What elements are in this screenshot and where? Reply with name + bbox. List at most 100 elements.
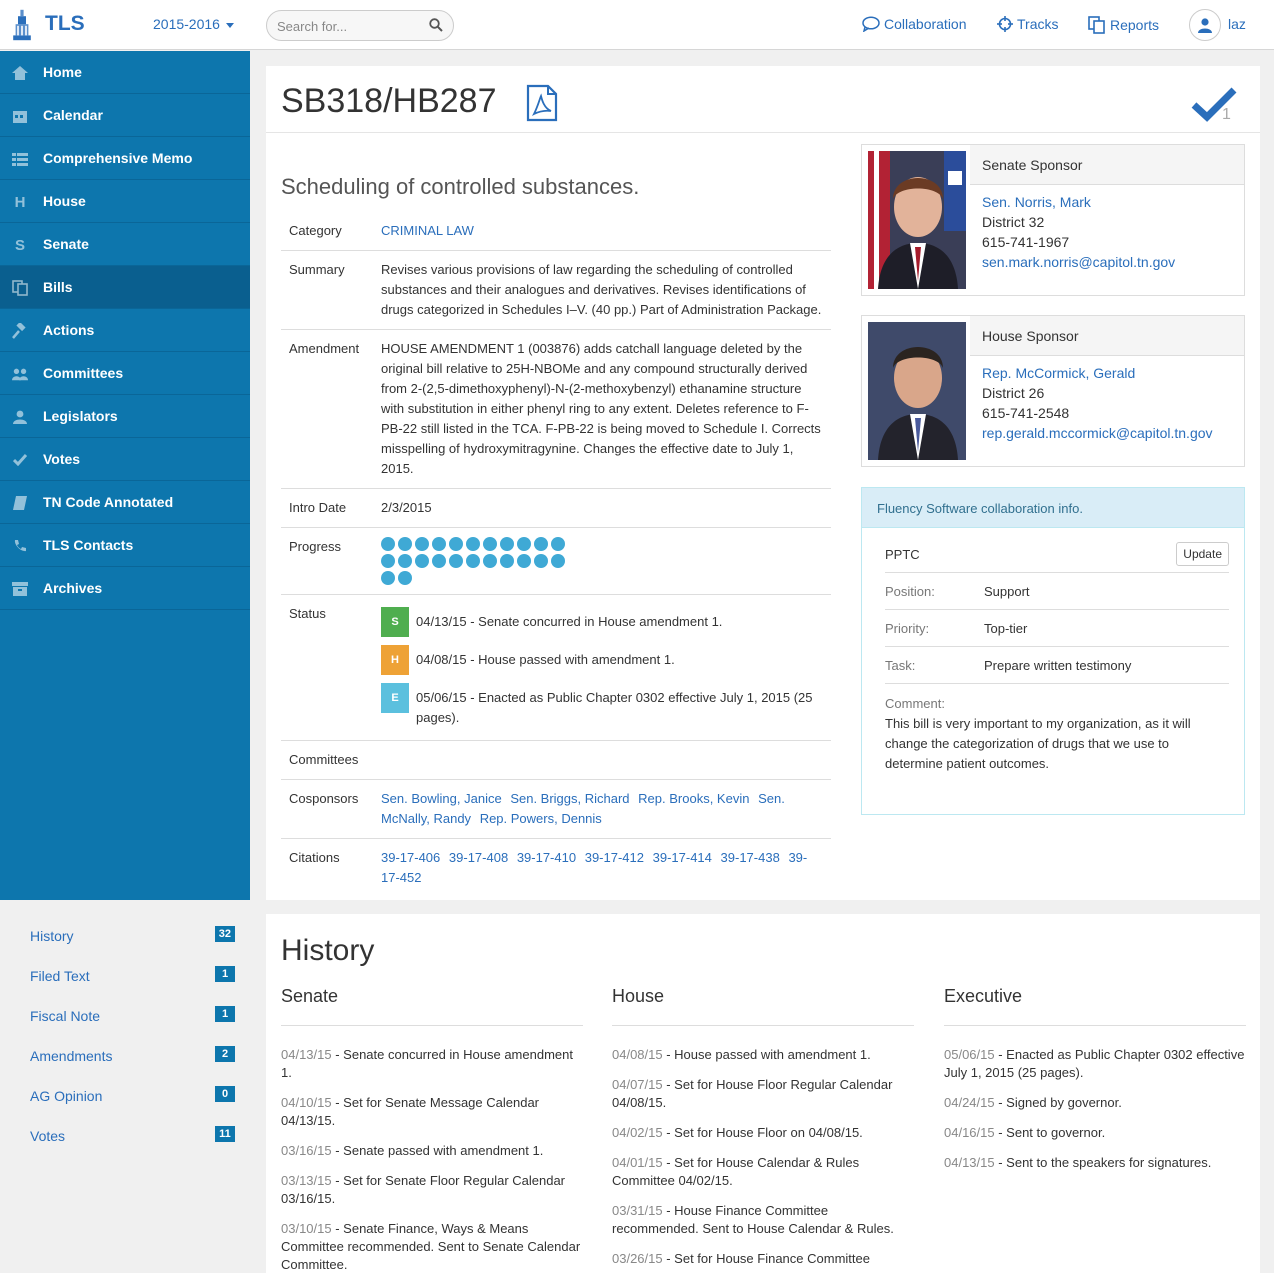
history-date: 04/02/15: [612, 1125, 663, 1140]
subnav-label: Filed Text: [30, 968, 90, 984]
sidebar-item-calendar[interactable]: Calendar: [0, 94, 250, 137]
progress-dot: [381, 554, 395, 568]
house-sponsor-name[interactable]: Rep. McCormick, Gerald: [982, 365, 1135, 381]
subnav-label: AG Opinion: [30, 1088, 103, 1104]
subnav-item-votes[interactable]: Votes 11: [0, 1114, 250, 1154]
house-sponsor-email[interactable]: rep.gerald.mccormick@capitol.tn.gov: [982, 425, 1213, 441]
category-label: Category: [281, 212, 373, 251]
table-row: Amendment HOUSE AMENDMENT 1 (003876) add…: [281, 329, 831, 489]
citation-link[interactable]: 39-17-438: [721, 850, 780, 865]
summary-label: Summary: [281, 250, 373, 330]
sidebar-item-legislators[interactable]: Legislators: [0, 395, 250, 438]
citation-link[interactable]: 39-17-414: [653, 850, 712, 865]
cosponsor-link[interactable]: Sen. Bowling, Janice: [381, 791, 502, 806]
cosponsor-link[interactable]: Rep. Brooks, Kevin: [638, 791, 749, 806]
subnav-item-amendments[interactable]: Amendments 2: [0, 1034, 250, 1074]
history-entry: 03/31/15 - House Finance Committee recom…: [612, 1203, 894, 1236]
history-date: 05/06/15: [944, 1047, 995, 1062]
history-column-house: House 04/08/15 - House passed with amendm…: [612, 986, 914, 1268]
collab-org-row: PPTC Update: [885, 536, 1229, 573]
status-text: 04/13/15 - Senate concurred in House ame…: [416, 614, 723, 629]
sidebar: Home Calendar Comprehensive Memo H House S Sen…: [0, 51, 250, 900]
tracks-label: Tracks: [1017, 16, 1059, 32]
citation-link[interactable]: 39-17-408: [449, 850, 508, 865]
sidebar-item-comprehensive-memo[interactable]: Comprehensive Memo: [0, 137, 250, 180]
subnav-item-ag-opinion[interactable]: AG Opinion 0: [0, 1074, 250, 1114]
sidebar-item-label: TN Code Annotated: [43, 494, 174, 510]
cosponsor-link[interactable]: Rep. Powers, Dennis: [480, 811, 602, 826]
progress-dot: [432, 537, 446, 551]
history-title: History: [281, 934, 375, 967]
sidebar-item-tn-code-annotated[interactable]: TN Code Annotated: [0, 481, 250, 524]
search-icon[interactable]: [429, 18, 443, 32]
citations-label: Citations: [289, 850, 340, 865]
progress-dot: [534, 537, 548, 551]
progress-dot: [534, 554, 548, 568]
tracks-link[interactable]: Tracks: [997, 16, 1058, 32]
sidebar-item-committees[interactable]: Committees: [0, 352, 250, 395]
history-entry: 03/26/15 - Set for House Finance Committ…: [612, 1251, 870, 1266]
table-row: Category CRIMINAL LAW: [281, 212, 831, 251]
users-icon: [12, 366, 28, 382]
progress-dot: [517, 554, 531, 568]
pdf-icon[interactable]: [526, 84, 558, 122]
history-panel: History Senate 04/13/15 - Senate concurre…: [266, 914, 1260, 1273]
history-date: 04/10/15: [281, 1095, 332, 1110]
history-entry: 04/16/15 - Sent to governor.: [944, 1125, 1106, 1140]
sidebar-item-label: Home: [43, 64, 82, 80]
history-column-heading: House: [612, 986, 914, 1026]
senate-sponsor-email[interactable]: sen.mark.norris@capitol.tn.gov: [982, 254, 1175, 270]
sidebar-item-home[interactable]: Home: [0, 51, 250, 94]
update-button[interactable]: Update: [1176, 542, 1229, 566]
sidebar-item-tls-contacts[interactable]: TLS Contacts: [0, 524, 250, 567]
sidebar-item-archives[interactable]: Archives: [0, 567, 250, 610]
history-column-executive: Executive 05/06/15 - Enacted as Public Ch…: [944, 986, 1246, 1172]
category-link[interactable]: CRIMINAL LAW: [381, 223, 474, 238]
citation-link[interactable]: 39-17-406: [381, 850, 440, 865]
history-date: 03/26/15: [612, 1251, 663, 1266]
subnav-item-fiscal-note[interactable]: Fiscal Note 1: [0, 994, 250, 1034]
archive-icon: [12, 581, 28, 597]
progress-dot: [483, 554, 497, 568]
session-dropdown[interactable]: 2015-2016: [153, 16, 234, 32]
senate-sponsor-photo[interactable]: [868, 151, 966, 289]
subnav-label: Fiscal Note: [30, 1008, 101, 1024]
progress-dot: [517, 537, 531, 551]
sidebar-item-votes[interactable]: Votes: [0, 438, 250, 481]
reports-link[interactable]: Reports: [1088, 16, 1159, 34]
search-input[interactable]: [277, 16, 417, 36]
progress-dot: [466, 554, 480, 568]
subnav-item-history[interactable]: History 32: [0, 914, 250, 954]
sidebar-item-label: Calendar: [43, 107, 103, 123]
sidebar-item-label: Archives: [43, 580, 103, 596]
avatar[interactable]: [1189, 9, 1221, 41]
username[interactable]: laz: [1228, 16, 1246, 32]
bill-info-table: Category CRIMINAL LAW Summary Revises va…: [281, 212, 831, 897]
subnav-item-filed-text[interactable]: Filed Text 1: [0, 954, 250, 994]
logo-text[interactable]: TLS: [45, 12, 85, 36]
history-entry: 04/24/15 - Signed by governor.: [944, 1095, 1122, 1110]
table-row: Intro Date 2/3/2015: [281, 488, 831, 528]
cosponsor-link[interactable]: Sen. Briggs, Richard: [510, 791, 629, 806]
bill-subtitle: Scheduling of controlled substances.: [281, 174, 640, 199]
status-badge: S: [381, 607, 409, 637]
citation-link[interactable]: 39-17-412: [585, 850, 644, 865]
table-row: Citations 39-17-406 39-17-408 39-17-410 …: [281, 839, 831, 898]
history-entry: 04/01/15 - Set for House Calendar & Rule…: [612, 1155, 860, 1188]
history-date: 03/16/15: [281, 1143, 332, 1158]
sidebar-item-actions[interactable]: Actions: [0, 309, 250, 352]
count-badge: 11: [215, 1126, 235, 1142]
collaboration-link[interactable]: Collaboration: [862, 16, 967, 32]
house-sponsor-photo[interactable]: [868, 322, 966, 460]
top-navbar: TLS 2015-2016 Collaboration Tracks Repor…: [0, 0, 1274, 50]
sidebar-item-bills[interactable]: Bills: [0, 266, 250, 309]
subnav-label: Amendments: [30, 1048, 113, 1064]
intro-date-label: Intro Date: [281, 488, 373, 528]
capitol-logo-icon[interactable]: [10, 4, 34, 46]
sidebar-item-senate[interactable]: S Senate: [0, 223, 250, 266]
sidebar-item-house[interactable]: H House: [0, 180, 250, 223]
house-sponsor-card: House Sponsor Rep. McCormick, Gerald Dis…: [861, 315, 1245, 467]
senate-sponsor-name[interactable]: Sen. Norris, Mark: [982, 194, 1091, 210]
citation-link[interactable]: 39-17-410: [517, 850, 576, 865]
amendment-text: HOUSE AMENDMENT 1 (003876) adds catchall…: [373, 329, 831, 489]
